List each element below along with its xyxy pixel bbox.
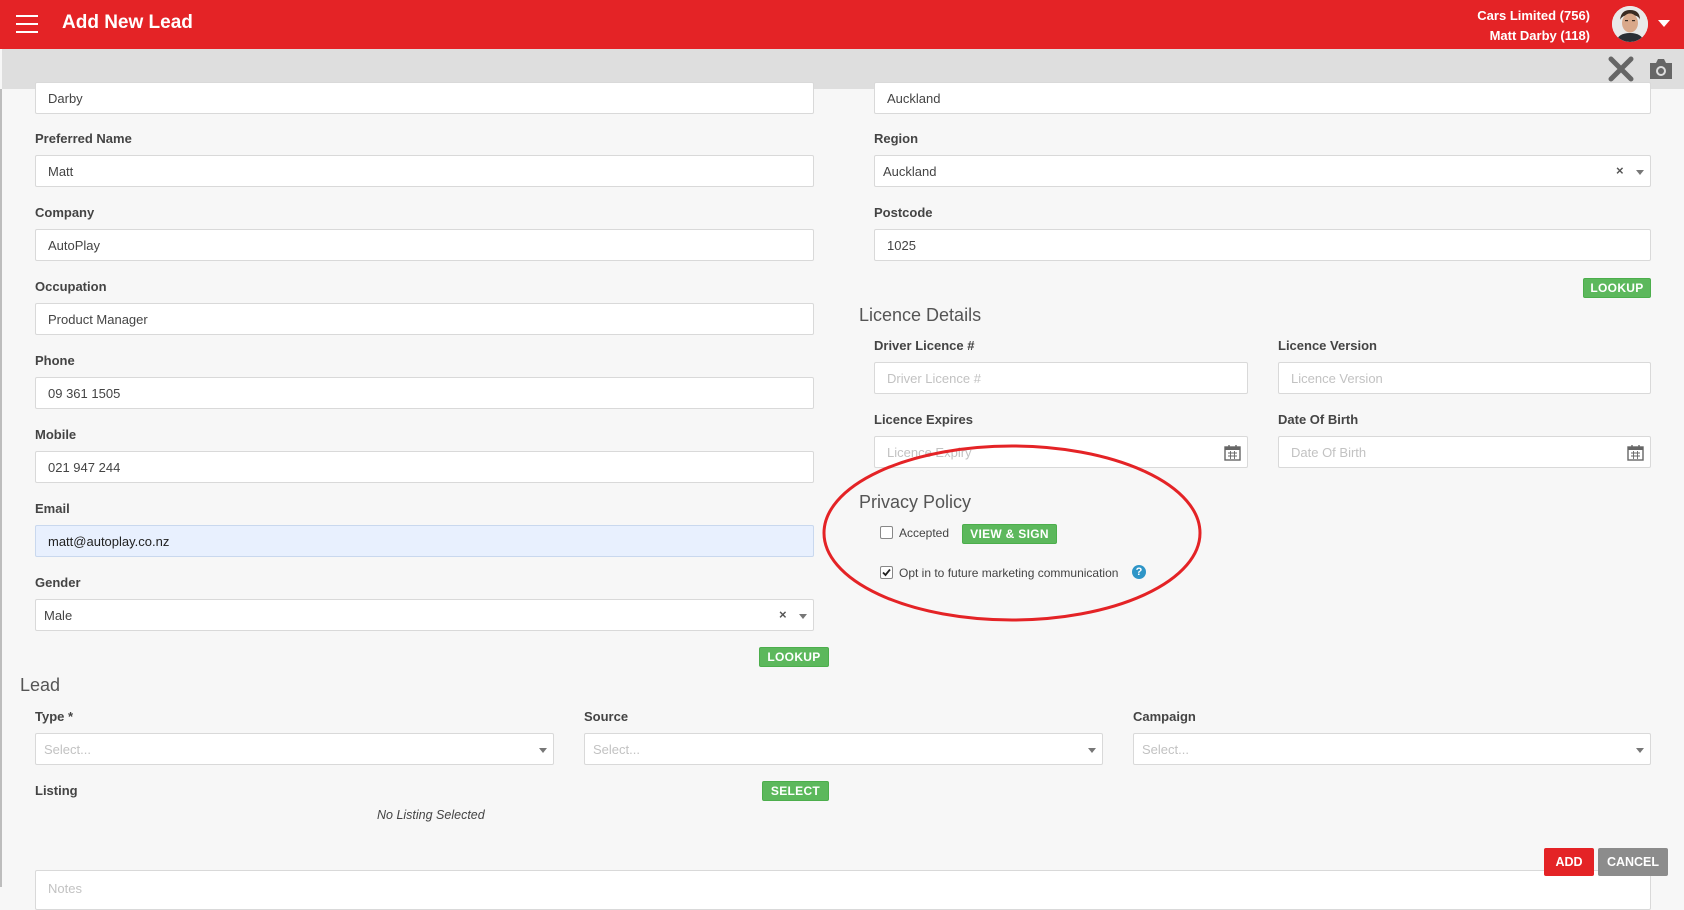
clear-gender-icon[interactable]: × [779,607,787,622]
licence-version-input[interactable]: Licence Version [1278,362,1651,394]
dob-placeholder: Date Of Birth [1291,445,1367,460]
mobile-field[interactable]: 021 947 244 [35,451,814,483]
city-field[interactable]: Auckland [874,82,1651,114]
company-field[interactable]: AutoPlay [35,229,814,261]
source-label: Source [584,709,629,724]
chevron-down-icon [1636,170,1644,175]
gender-label: Gender [35,575,81,590]
marketing-optin-checkbox[interactable] [880,566,893,579]
chevron-down-icon [1636,748,1644,753]
mobile-label: Mobile [35,427,77,442]
region-label: Region [874,131,919,146]
no-listing-text: No Listing Selected [377,808,485,822]
phone-label: Phone [35,353,75,368]
chevron-down-icon [539,748,547,753]
postcode-label: Postcode [874,205,933,220]
cancel-button[interactable]: CANCEL [1598,848,1668,876]
licence-expires-label: Licence Expires [874,412,973,427]
region-select[interactable]: Auckland × [874,155,1651,187]
postcode-field[interactable]: 1025 [874,229,1651,261]
source-select[interactable]: Select... [584,733,1103,765]
type-select[interactable]: Select... [35,733,554,765]
left-edge [0,89,2,887]
calendar-icon[interactable] [1627,444,1644,461]
page-title: Add New Lead [62,12,193,33]
dob-input[interactable]: Date Of Birth [1278,436,1651,468]
accepted-label: Accepted [899,526,950,540]
preferred-name-label: Preferred Name [35,131,132,146]
occupation-field[interactable]: Product Manager [35,303,814,335]
account-info[interactable]: Cars Limited (756) Matt Darby (118) [1477,6,1590,46]
driver-licence-label: Driver Licence # [874,338,975,353]
driver-licence-input[interactable]: Driver Licence # [874,362,1248,394]
chevron-down-icon [799,614,807,619]
view-sign-button[interactable]: VIEW & SIGN [962,524,1057,544]
campaign-label: Campaign [1133,709,1196,724]
account-user: Matt Darby (118) [1489,28,1590,43]
clear-region-icon[interactable]: × [1616,163,1624,178]
privacy-policy-heading: Privacy Policy [859,492,972,512]
type-label: Type * [35,709,74,724]
marketing-optin-label: Opt in to future marketing communication [899,566,1119,580]
email-label: Email [35,501,70,516]
gender-select[interactable]: Male × [35,599,814,631]
last-name-field[interactable]: Darby [35,82,814,114]
chevron-down-icon[interactable] [1658,20,1670,27]
preferred-name-field[interactable]: Matt [35,155,814,187]
source-placeholder: Select... [593,742,640,757]
licence-expiry-placeholder: Licence Expiry [887,445,972,460]
address-lookup-button[interactable]: LOOKUP [759,647,829,667]
app-header: Add New Lead Cars Limited (756) Matt Dar… [0,0,1684,49]
checkmark-icon [882,568,891,577]
gender-value: Male [44,608,73,623]
campaign-select[interactable]: Select... [1133,733,1651,765]
type-placeholder: Select... [44,742,91,757]
email-field[interactable]: matt@autoplay.co.nz [35,525,814,557]
select-listing-button[interactable]: SELECT [762,781,829,801]
chevron-down-icon [1088,748,1096,753]
add-button[interactable]: ADD [1544,848,1594,876]
licence-expiry-input[interactable]: Licence Expiry [874,436,1248,468]
region-value: Auckland [883,164,937,179]
listing-label: Listing [35,783,78,798]
notes-textarea[interactable]: Notes [35,870,1651,910]
postcode-lookup-button[interactable]: LOOKUP [1583,278,1651,298]
hamburger-menu-icon[interactable] [16,15,38,33]
dob-label: Date Of Birth [1278,412,1359,427]
phone-field[interactable]: 09 361 1505 [35,377,814,409]
close-icon[interactable] [1607,55,1635,83]
accepted-checkbox[interactable] [880,526,893,539]
licence-details-heading: Licence Details [859,305,982,325]
campaign-placeholder: Select... [1142,742,1189,757]
calendar-icon[interactable] [1224,444,1241,461]
occupation-label: Occupation [35,279,107,294]
camera-icon[interactable] [1648,57,1674,81]
help-icon[interactable]: ? [1132,565,1146,579]
licence-version-label: Licence Version [1278,338,1377,353]
lead-heading: Lead [20,675,61,695]
company-label: Company [35,205,95,220]
account-company: Cars Limited (756) [1477,8,1590,23]
user-avatar[interactable] [1612,6,1648,42]
